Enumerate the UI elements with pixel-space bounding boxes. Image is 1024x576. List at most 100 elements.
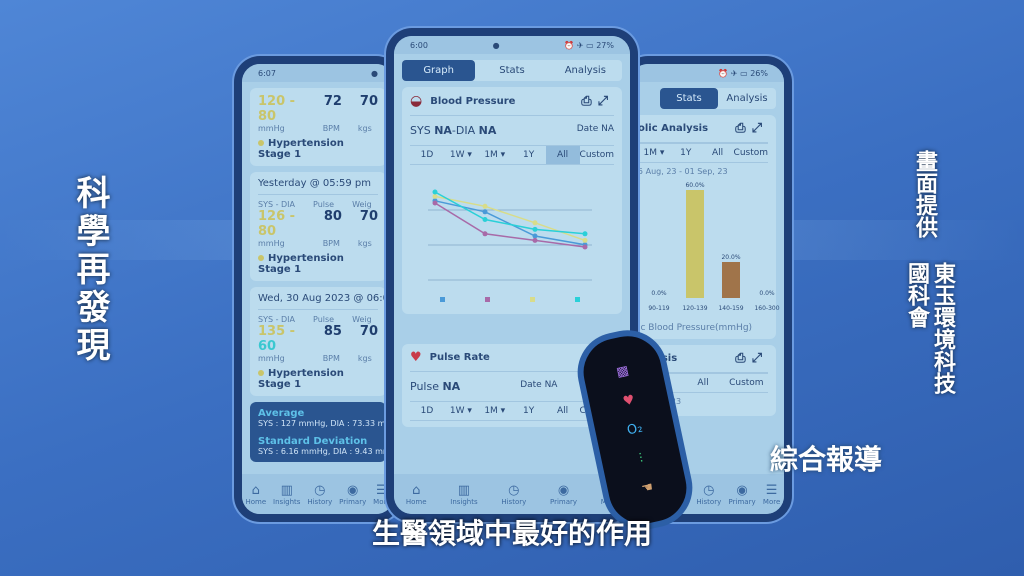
tab-graph[interactable]: Graph <box>402 60 476 81</box>
range-option[interactable]: 1W ▾ <box>444 146 478 164</box>
nav-history[interactable]: ◷ History <box>501 483 526 506</box>
nav-history[interactable]: ◷ History <box>696 483 721 506</box>
range-option[interactable]: 1D <box>410 146 444 164</box>
credit-2: 國科會 <box>904 262 929 328</box>
range-option[interactable]: All <box>546 402 580 420</box>
bar <box>686 190 704 298</box>
bar-chart: 0.0% 90-119 60.0% 120-139 20.0% 140-159 0.0% 16… <box>648 182 779 312</box>
reading-card[interactable]: Yesterday @ 05:59 pm SYS - DIA Pulse Weig 12… <box>250 172 386 281</box>
nav-icon: ◉ <box>347 482 359 498</box>
expand-icon[interactable]: ⤢ <box>752 121 768 136</box>
nav-icon: ▥ <box>280 482 293 498</box>
data-point <box>532 233 538 239</box>
range-option[interactable]: All <box>702 144 734 162</box>
program-title: 科學再發現 <box>70 175 110 365</box>
data-point <box>532 237 538 243</box>
data-point <box>432 200 438 206</box>
range-option[interactable]: 1M ▾ <box>478 402 512 420</box>
data-point <box>482 203 488 209</box>
nav-icon: ⌂ <box>251 482 260 498</box>
legend-swatch <box>530 297 535 302</box>
nav-primary[interactable]: ◉ Primary <box>729 483 756 506</box>
subtitle-caption: 生醫領域中最好的作用 <box>371 517 652 550</box>
tab-stats[interactable]: Stats <box>475 60 548 81</box>
series-line <box>434 195 586 242</box>
legend-swatch <box>440 297 445 302</box>
bar-label: 60.0% <box>685 182 704 189</box>
nav-icon: ◷ <box>314 482 326 498</box>
range-option[interactable]: 1D <box>410 402 444 420</box>
nav-home[interactable]: ⌂Home <box>406 483 427 506</box>
data-point <box>482 209 488 215</box>
nav-icon: ▥ <box>457 482 471 498</box>
nav-icon: ◷ <box>508 482 520 498</box>
data-point <box>482 217 488 222</box>
range-option[interactable]: 1Y <box>670 144 702 162</box>
data-point <box>582 237 588 243</box>
bar-label: 0.0% <box>651 290 667 297</box>
range-option[interactable]: All <box>545 146 580 164</box>
data-point <box>432 193 438 199</box>
range-option[interactable]: Custom <box>725 374 768 392</box>
print-icon[interactable]: ⎙ <box>735 121 751 136</box>
tab-analysis[interactable]: Analysis <box>718 88 776 109</box>
bar-label: 20.0% <box>721 254 740 261</box>
tick-label: 140-159 <box>718 305 743 312</box>
line-chart <box>428 189 592 302</box>
data-point <box>532 220 538 226</box>
legend-swatch <box>575 297 580 302</box>
series-line <box>434 200 586 246</box>
oxygen-icon: O₂ <box>625 421 645 439</box>
credit-label: 畫面提供 <box>912 150 937 238</box>
tick-label: 120-139 <box>682 305 707 312</box>
nav-primary[interactable]: ◉ Primary <box>550 483 577 506</box>
range-option[interactable]: Custom <box>580 146 614 164</box>
tab-analysis[interactable]: Analysis <box>549 60 622 81</box>
x-axis-label: ic Blood Pressure(mmHg) <box>638 323 753 333</box>
nav-primary[interactable]: ◉ Primary <box>339 483 366 506</box>
nav-icon: ⌂ <box>412 482 421 498</box>
data-point <box>532 226 538 232</box>
nav-insights[interactable]: ▥Insights <box>273 483 300 506</box>
nav-icon: ◷ <box>703 482 715 498</box>
nav-insights[interactable]: ▥Insights <box>450 483 477 506</box>
nav-icon: ◉ <box>736 482 748 498</box>
reading-card[interactable]: Wed, 30 Aug 2023 @ 06:0 SYS - DIA Pulse Wei… <box>250 287 389 396</box>
series-line <box>434 191 586 235</box>
range-option[interactable]: 1Y <box>512 146 546 164</box>
heart-icon: ♥ <box>410 350 422 365</box>
data-point <box>432 189 438 195</box>
summary-card: Average SYS : 127 mmHg, DIA : 73.33 mmHg … <box>250 402 394 462</box>
range-option[interactable]: 1Y <box>512 402 546 420</box>
expand-icon[interactable]: ⤢ <box>598 94 614 109</box>
report-label: 綜合報導 <box>770 443 883 476</box>
nav-icon: ◉ <box>557 482 570 498</box>
data-point <box>582 244 588 250</box>
camera-icon: ● <box>371 68 378 78</box>
legend-swatch <box>485 297 490 302</box>
bar-label: 0.0% <box>759 290 775 297</box>
blood-pressure-card: ◒ Blood Pressure ⎙⤢ SYS NA-DIA NA Date NA 1… <box>402 87 622 314</box>
reading-card[interactable]: 120 - 80 72 70 mmHg BPM kgs Hypertension Sta… <box>250 88 386 166</box>
tab-stats[interactable]: Stats <box>660 88 718 109</box>
bottom-nav: ⌂ Home ▥ Insights ◷ History ◉ Primary ☰ More <box>242 474 394 514</box>
range-option[interactable]: 1W ▾ <box>444 402 478 420</box>
blood-drop-icon: ◒ <box>410 93 423 109</box>
nav-history[interactable]: ◷ History <box>307 483 332 506</box>
activity-icon: ▩ <box>615 363 631 381</box>
range-option[interactable]: All <box>681 374 724 392</box>
nav-home[interactable]: ⌂Home <box>245 483 266 506</box>
left-phone: 6:07 ● 120 - 80 72 70 mmHg BPM kgs Hypertensi… <box>234 56 402 522</box>
range-option[interactable]: 1M ▾ <box>478 146 512 164</box>
range-option[interactable]: Custom <box>734 144 768 162</box>
bar <box>722 262 740 298</box>
heart-icon: ♥ <box>621 392 637 410</box>
status-time: 6:07 <box>258 68 276 78</box>
nav-more[interactable]: ☰More <box>763 483 780 506</box>
print-icon[interactable]: ⎙ <box>581 94 597 109</box>
nav-icon: ☰ <box>765 482 778 498</box>
range-option[interactable]: 1M ▾ <box>638 144 670 162</box>
tick-label: 160-300 <box>754 305 779 312</box>
stage-badge: Hypertension Stage 1 <box>258 138 378 160</box>
data-point <box>582 231 588 237</box>
